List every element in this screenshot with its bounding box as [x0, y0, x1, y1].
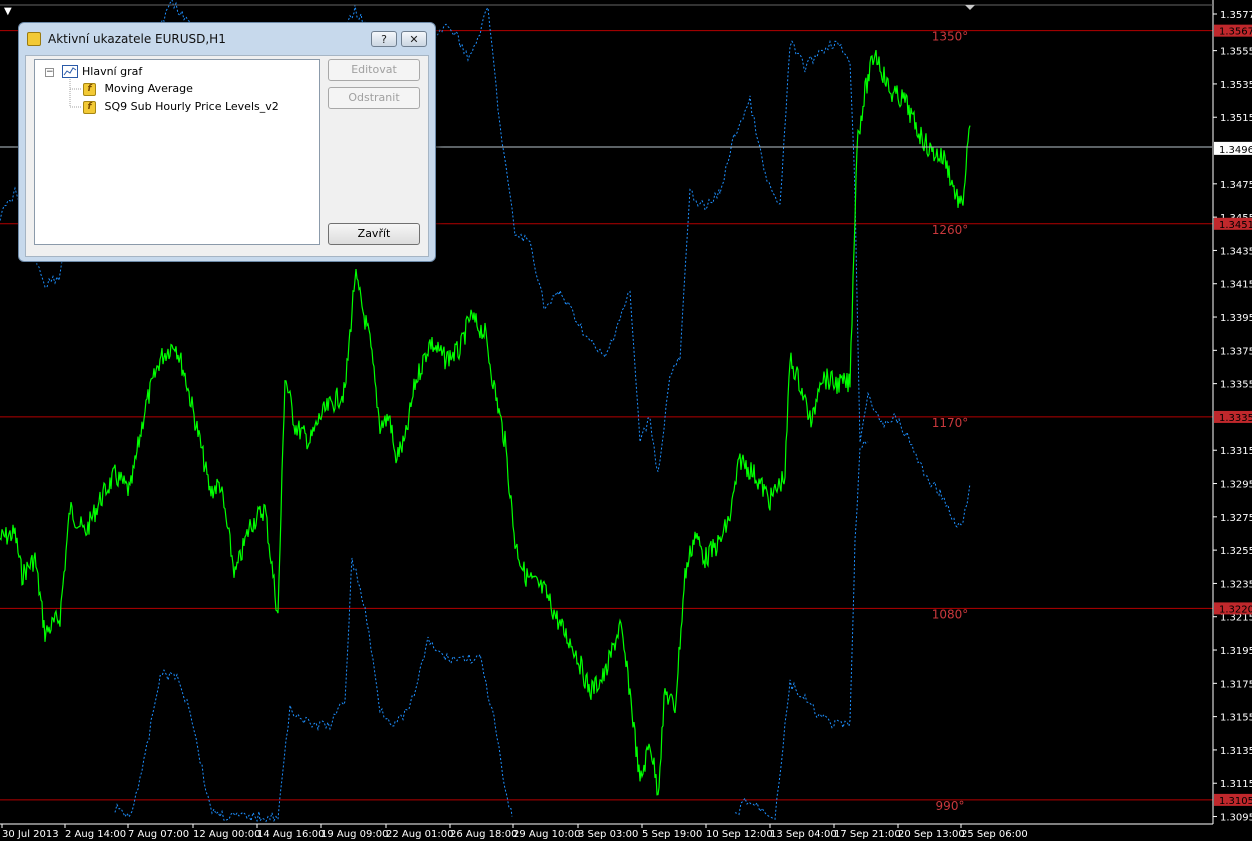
level-degree-label: 990°: [936, 799, 965, 813]
price-tick-label: 1.3115: [1220, 779, 1252, 790]
time-tick-label: 25 Sep 06:00: [961, 829, 1028, 840]
edit-button[interactable]: Editovat: [328, 59, 420, 81]
price-tick-label: 1.3175: [1220, 679, 1252, 690]
price-tick-label: 1.3375: [1220, 346, 1252, 357]
time-tick-label: 19 Aug 09:00: [321, 829, 388, 840]
price-tick-label: 1.3095: [1220, 813, 1252, 824]
price-tick-label: 1.3555: [1220, 47, 1252, 58]
level-degree-label: 1080°: [932, 607, 969, 621]
price-tick-label: 1.3475: [1220, 180, 1252, 191]
time-tick-label: 29 Aug 10:00: [513, 829, 580, 840]
time-tick-label: 30 Jul 2013: [2, 829, 59, 840]
chart-corner-marker[interactable]: ▼: [4, 6, 12, 17]
tree-item-label: Moving Average: [104, 82, 193, 95]
price-tick-label: 1.3275: [1220, 513, 1252, 524]
time-tick-label: 14 Aug 16:00: [257, 829, 324, 840]
tree-item-label: SQ9 Sub Hourly Price Levels_v2: [104, 100, 279, 113]
level-price-label: 1.3220: [1219, 604, 1252, 615]
price-tick-label: 1.3415: [1220, 280, 1252, 291]
price-tick-label: 1.3235: [1220, 579, 1252, 590]
price-tick-label: 1.3435: [1220, 246, 1252, 257]
level-degree-label: 1260°: [932, 223, 969, 237]
active-indicators-dialog: Aktivní ukazatele EURUSD,H1 ? ✕ − Hlavní…: [18, 22, 436, 262]
time-tick-label: 22 Aug 01:00: [386, 829, 453, 840]
dialog-title: Aktivní ukazatele EURUSD,H1: [48, 32, 226, 46]
price-tick-label: 1.3515: [1220, 113, 1252, 124]
time-tick-label: 10 Sep 12:00: [706, 829, 773, 840]
help-button[interactable]: ?: [371, 31, 397, 47]
time-tick-label: 26 Aug 18:00: [450, 829, 517, 840]
price-tick-label: 1.3295: [1220, 480, 1252, 491]
price-tick-label: 1.3195: [1220, 646, 1252, 657]
tree-item-moving-average[interactable]: f Moving Average: [83, 81, 193, 97]
level-price-label: 1.3567: [1219, 27, 1252, 38]
level-price-label: 1.3105: [1219, 796, 1252, 807]
price-tick-label: 1.3255: [1220, 546, 1252, 557]
time-tick-label: 2 Aug 14:00: [65, 829, 126, 840]
price-tick-label: 1.3535: [1220, 80, 1252, 91]
indicator-tree[interactable]: − Hlavní graf f Moving Average f SQ9 Sub…: [34, 59, 320, 245]
time-tick-label: 13 Sep 04:00: [770, 829, 837, 840]
time-tick-label: 3 Sep 03:00: [578, 829, 638, 840]
price-tick-label: 1.3395: [1220, 313, 1252, 324]
remove-button[interactable]: Odstranit: [328, 87, 420, 109]
close-button[interactable]: Zavřít: [328, 223, 420, 245]
price-tick-label: 1.3135: [1220, 746, 1252, 757]
level-price-label: 1.3451: [1219, 220, 1252, 231]
dialog-body: − Hlavní graf f Moving Average f SQ9 Sub…: [25, 55, 429, 257]
tree-item-sq9-levels[interactable]: f SQ9 Sub Hourly Price Levels_v2: [83, 99, 279, 115]
current-price-label: 1.3496: [1219, 145, 1252, 156]
price-tick-label: 1.3155: [1220, 713, 1252, 724]
time-tick-label: 7 Aug 07:00: [128, 829, 189, 840]
level-degree-label: 1170°: [932, 416, 969, 430]
time-tick-label: 12 Aug 00:00: [193, 829, 260, 840]
time-tick-label: 20 Sep 13:00: [898, 829, 965, 840]
close-window-button[interactable]: ✕: [401, 31, 427, 47]
indicator-icon: [27, 32, 41, 46]
dialog-titlebar[interactable]: Aktivní ukazatele EURUSD,H1 ? ✕: [19, 23, 435, 55]
level-price-label: 1.3335: [1219, 413, 1252, 424]
price-tick-label: 1.3577: [1220, 10, 1252, 21]
price-tick-label: 1.3355: [1220, 380, 1252, 391]
price-tick-label: 1.3315: [1220, 446, 1252, 457]
custom-indicator-icon: f: [83, 100, 96, 114]
indicator-icon: f: [83, 82, 96, 96]
time-tick-label: 17 Sep 21:00: [834, 829, 901, 840]
time-tick-label: 5 Sep 19:00: [642, 829, 702, 840]
level-degree-label: 1350°: [932, 30, 969, 44]
